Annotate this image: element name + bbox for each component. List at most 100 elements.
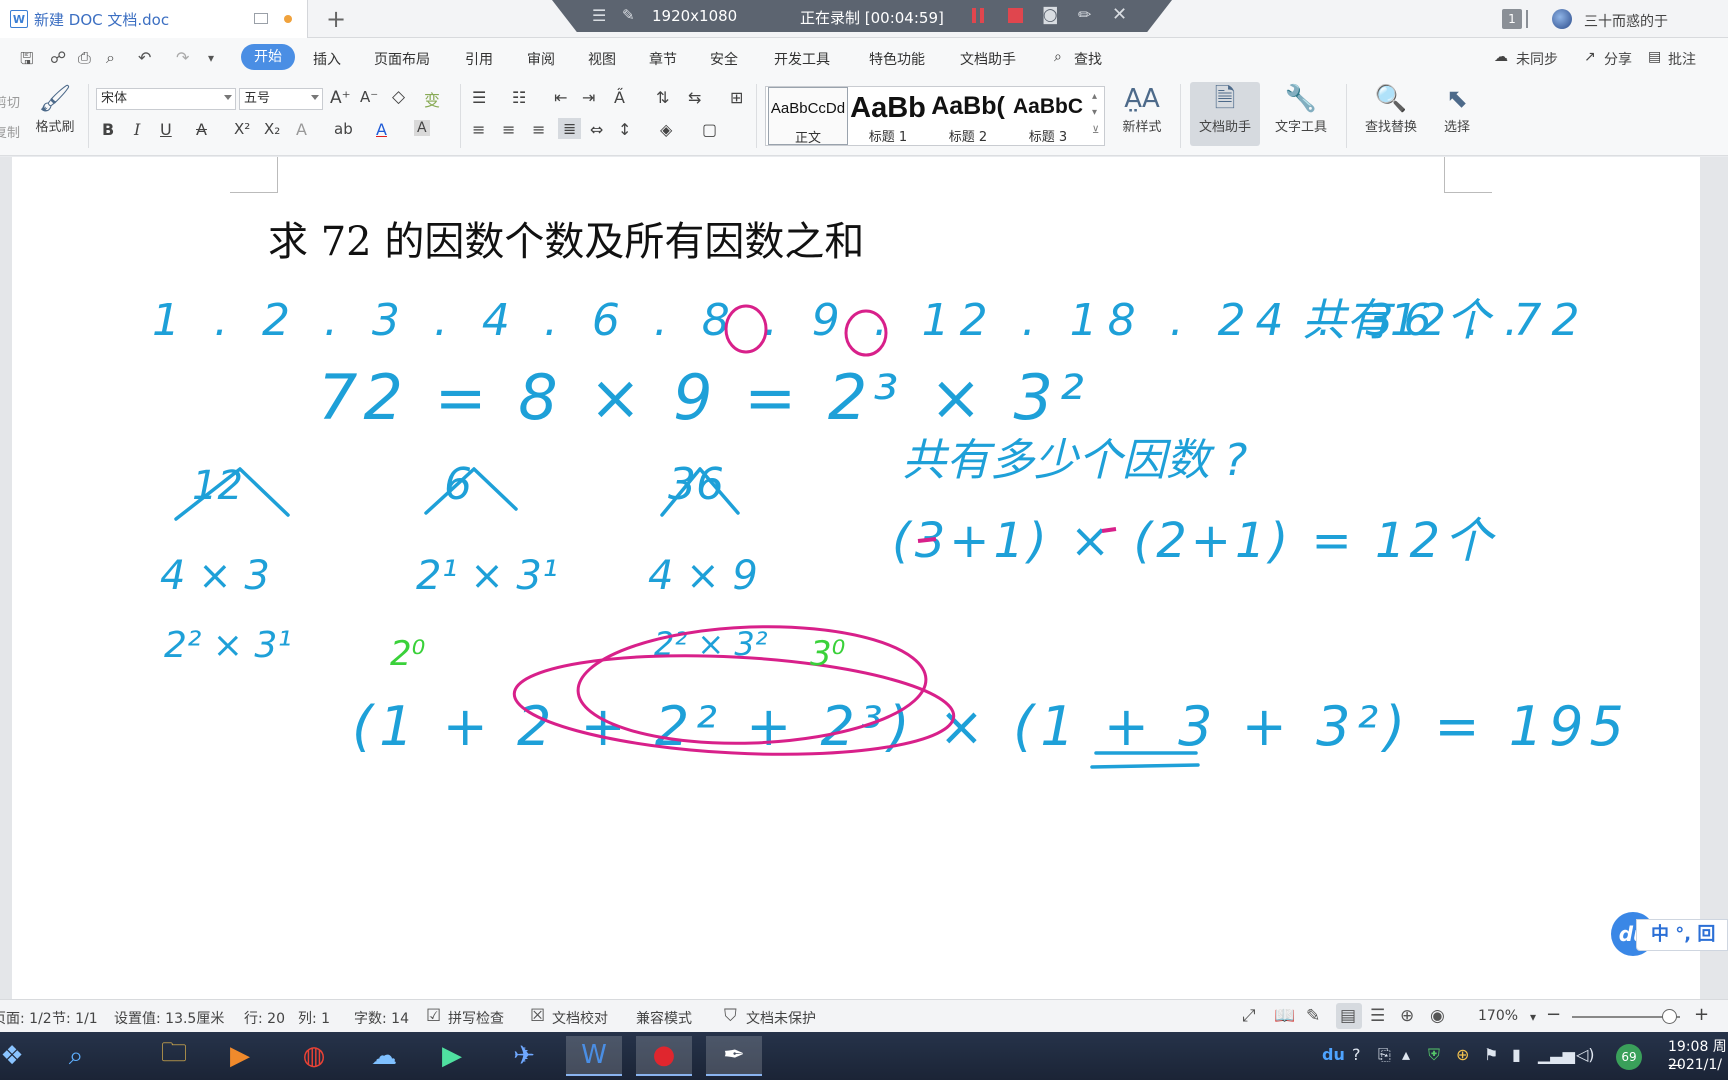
- style-normal[interactable]: AaBbCcDd 正文: [768, 87, 848, 146]
- italic-icon[interactable]: I: [134, 120, 140, 139]
- clear-format-icon[interactable]: ◇: [392, 87, 405, 107]
- select-button[interactable]: ⬉ 选择: [1432, 82, 1482, 135]
- decrease-indent-icon[interactable]: ⇤: [554, 88, 567, 107]
- doc-proof-button[interactable]: 文档校对: [552, 1008, 608, 1028]
- font-size-select[interactable]: 五号: [239, 88, 323, 110]
- file-explorer-icon[interactable]: 🗀: [146, 1036, 202, 1076]
- zoom-out-icon[interactable]: −: [1546, 1004, 1561, 1025]
- window-mode-icon[interactable]: [254, 13, 268, 24]
- style-heading-3[interactable]: AaBbC 标题 3: [1008, 87, 1088, 145]
- outline-view-icon[interactable]: ☰: [1370, 1006, 1385, 1026]
- gallery-scroll-up-icon[interactable]: ▴: [1092, 91, 1097, 102]
- recorder-stop-icon[interactable]: [1008, 8, 1023, 23]
- spell-check-button[interactable]: 拼写检查: [448, 1008, 504, 1028]
- avatar[interactable]: [1552, 9, 1572, 29]
- text-tools-button[interactable]: 🔧 文字工具: [1264, 82, 1338, 135]
- search-label[interactable]: 查找: [1074, 49, 1102, 69]
- align-left-icon[interactable]: ≡: [472, 120, 485, 139]
- highlight-icon[interactable]: ab: [334, 120, 353, 138]
- copy-button[interactable]: 复制: [0, 122, 20, 141]
- feishu-icon[interactable]: ✈: [496, 1036, 552, 1076]
- doc-assistant-button[interactable]: 🗎 文档助手: [1190, 82, 1260, 146]
- strikethrough-icon[interactable]: A: [196, 120, 207, 139]
- help-tray-icon[interactable]: ?: [1352, 1045, 1361, 1064]
- zoom-in-icon[interactable]: +: [1694, 1004, 1709, 1025]
- menu-tab-home[interactable]: 开始: [241, 44, 295, 70]
- clipboard-tray-icon[interactable]: ⎘: [1378, 1045, 1391, 1065]
- print-icon[interactable]: ⎙: [78, 48, 91, 68]
- align-center-icon[interactable]: ≡: [502, 120, 515, 139]
- battery-icon[interactable]: ▮: [1512, 1045, 1521, 1064]
- show-hidden-icons-icon[interactable]: ▴: [1402, 1045, 1410, 1064]
- menu-tab-security[interactable]: 安全: [710, 49, 738, 69]
- grow-font-icon[interactable]: A⁺: [330, 88, 351, 108]
- clock-date[interactable]: 2021/1/: [1668, 1057, 1722, 1073]
- new-tab-button[interactable]: +: [326, 6, 346, 32]
- protection-status[interactable]: 文档未保护: [746, 1008, 816, 1028]
- input-method-bar[interactable]: 中 °, 回: [1636, 919, 1728, 951]
- pen-tool-taskbar-icon[interactable]: ✒: [706, 1036, 762, 1076]
- comment-button[interactable]: 批注: [1668, 49, 1696, 69]
- shrink-font-icon[interactable]: A⁻: [360, 88, 378, 106]
- print-preview-icon[interactable]: ⌕: [106, 48, 115, 68]
- recorder-menu-icon[interactable]: ☰: [592, 6, 606, 25]
- recorder-pen-icon[interactable]: ✏: [1078, 5, 1091, 24]
- bullets-icon[interactable]: ☰: [472, 88, 486, 107]
- zoom-level[interactable]: 170%: [1478, 1008, 1518, 1024]
- borders-icon[interactable]: ▢: [702, 120, 717, 139]
- chinese-layout-icon[interactable]: A̋: [614, 88, 625, 107]
- menu-tab-review[interactable]: 审阅: [527, 49, 555, 69]
- distribute-icon[interactable]: ⇔: [590, 120, 603, 139]
- search-icon[interactable]: ⌕: [1054, 49, 1062, 65]
- video-player-icon[interactable]: ▶: [424, 1036, 480, 1076]
- text-effect-icon[interactable]: A: [296, 120, 307, 139]
- gallery-scroll-down-icon[interactable]: ▾: [1092, 107, 1097, 118]
- customize-toolbar-icon[interactable]: ▾: [208, 51, 214, 65]
- zoom-chevron-icon[interactable]: ▾: [1530, 1010, 1536, 1024]
- web-view-icon[interactable]: ⊕: [1400, 1006, 1414, 1026]
- menu-tab-chapter[interactable]: 章节: [649, 49, 677, 69]
- volume-icon[interactable]: ◁): [1576, 1045, 1595, 1064]
- underline-icon[interactable]: U: [160, 120, 172, 139]
- increase-indent-icon[interactable]: ⇥: [582, 88, 595, 107]
- eye-protection-icon[interactable]: ◉: [1430, 1006, 1445, 1026]
- shading-icon[interactable]: ◈: [660, 120, 672, 139]
- start-button-icon[interactable]: ❖: [0, 1036, 40, 1076]
- security-tray-icon[interactable]: ⛨: [1428, 1045, 1440, 1065]
- baidu-netdisk-icon[interactable]: ☁: [356, 1036, 412, 1076]
- chrome-icon[interactable]: ◍: [286, 1036, 342, 1076]
- superscript-icon[interactable]: X²: [234, 120, 250, 138]
- new-style-button[interactable]: A̤A 新样式: [1112, 82, 1172, 135]
- reading-mode-icon[interactable]: 📖: [1274, 1006, 1295, 1026]
- cloud-save-icon[interactable]: ☍: [50, 48, 66, 67]
- menu-tab-insert[interactable]: 插入: [313, 49, 341, 69]
- font-color-icon[interactable]: A: [376, 120, 387, 139]
- user-name[interactable]: 三十而惑的于: [1584, 11, 1668, 31]
- style-heading-1[interactable]: AaBb 标题 1: [848, 87, 928, 145]
- justify-icon[interactable]: ≣: [558, 118, 582, 139]
- numbering-icon[interactable]: ☷: [512, 88, 526, 107]
- bold-icon[interactable]: B: [102, 120, 114, 139]
- align-right-icon[interactable]: ≡: [532, 120, 545, 139]
- status-page[interactable]: 页面: 1/2: [0, 1008, 52, 1028]
- sort-icon[interactable]: ⇅: [656, 88, 669, 107]
- sync-status[interactable]: 未同步: [1516, 49, 1558, 69]
- redo-icon[interactable]: ↷: [176, 48, 189, 67]
- font-name-select[interactable]: 宋体: [96, 88, 236, 110]
- save-icon[interactable]: 🖫: [20, 48, 34, 75]
- gallery-expand-icon[interactable]: ⊻: [1092, 125, 1099, 136]
- page-view-icon[interactable]: ▤: [1340, 1006, 1356, 1026]
- media-player-icon[interactable]: ▶: [212, 1036, 268, 1076]
- menu-tab-layout[interactable]: 页面布局: [374, 49, 430, 69]
- find-replace-button[interactable]: 🔍 查找替换: [1354, 82, 1428, 135]
- menu-tab-developer[interactable]: 开发工具: [774, 49, 830, 69]
- char-shading-icon[interactable]: A: [414, 120, 430, 136]
- recorder-pause-icon[interactable]: [972, 8, 984, 23]
- menu-tab-view[interactable]: 视图: [588, 49, 616, 69]
- menu-tab-references[interactable]: 引用: [465, 49, 493, 69]
- zoom-slider-knob[interactable]: [1662, 1009, 1677, 1024]
- search-icon[interactable]: ⌕: [48, 1036, 104, 1076]
- fullscreen-icon[interactable]: ⤢: [1242, 1006, 1256, 1026]
- phonetic-guide-icon[interactable]: 变: [424, 87, 440, 111]
- screen-recorder-taskbar-icon[interactable]: ●: [636, 1036, 692, 1076]
